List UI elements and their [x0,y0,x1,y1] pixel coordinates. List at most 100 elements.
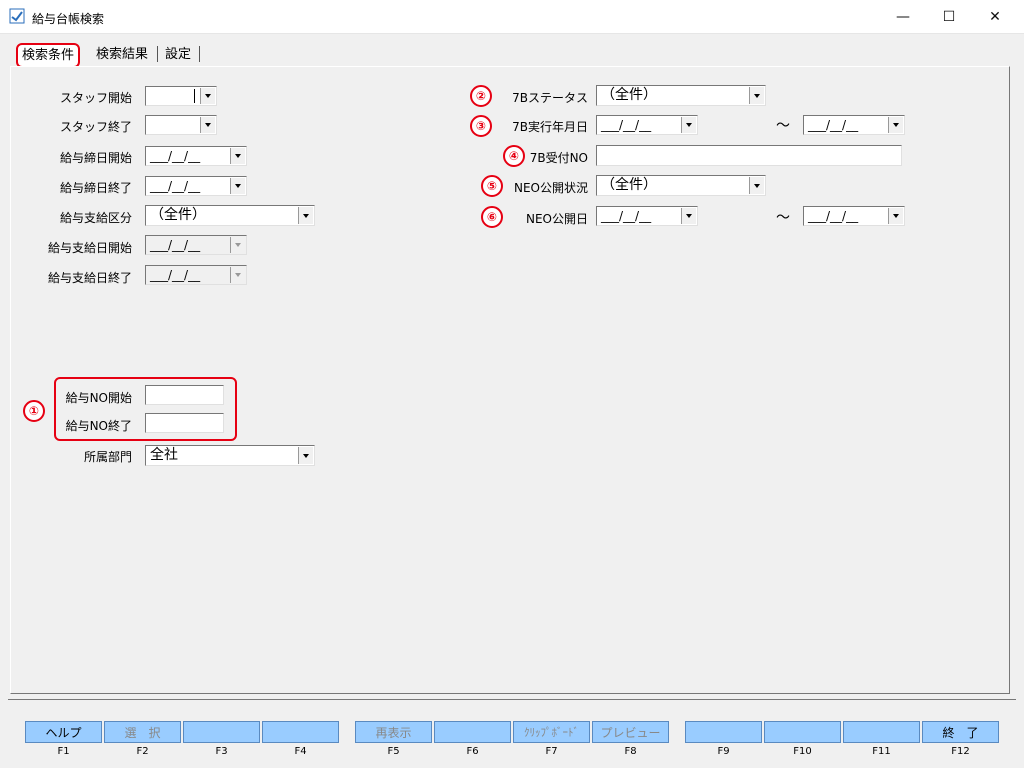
chevron-down-icon[interactable] [200,88,215,104]
date-value: ___/__/__ [150,238,201,252]
close-button[interactable]: ✕ [972,0,1018,33]
neo-date-to[interactable]: ___/__/__ [803,206,905,226]
chevron-down-icon[interactable] [888,208,903,224]
neo-status-combo[interactable]: （全件） [596,175,766,196]
payno-end-label: 給与NO終了 [65,419,132,433]
date-value: ___/__/__ [150,149,201,163]
neo-date-label: NEO公開日 [525,212,588,226]
fkey-label: F1 [57,746,70,757]
range-tilde: ～ [776,210,790,226]
staff-start-combo[interactable] [145,86,217,106]
receipt-no-7b-input[interactable] [596,145,902,166]
fkey-f2-select-button[interactable]: 選 択 [104,721,181,743]
fkey-label: F2 [136,746,149,757]
fkey-label: F4 [294,746,307,757]
neo-status-label: NEO公開状況 [513,181,588,195]
chevron-down-icon[interactable] [681,117,696,133]
tab-separator [199,46,200,62]
pay-type-combo[interactable]: （全件） [145,205,315,226]
minimize-button[interactable]: — [880,0,926,33]
payno-end-input[interactable] [145,413,224,433]
staff-end-label: スタッフ終了 [59,120,132,134]
tab-settings[interactable]: 設定 [161,44,195,65]
fkey-f11-button[interactable] [843,721,920,743]
staff-end-combo[interactable] [145,115,217,135]
title-bar [0,0,1024,34]
fkey-label: F7 [545,746,558,757]
fkey-f6-button[interactable] [434,721,511,743]
fkey-label: F3 [215,746,228,757]
combo-value: （全件） [601,87,657,103]
combo-value: 全社 [150,447,178,463]
date-value: ___/__/__ [601,118,652,132]
combo-value: （全件） [150,207,206,223]
marker-1: ① [23,400,45,422]
fkey-f4-button[interactable] [262,721,339,743]
tab-search-conditions[interactable]: 検索条件 [16,43,81,68]
chevron-down-icon[interactable] [298,207,313,224]
cutoff-start-label: 給与締日開始 [59,151,132,165]
date-value: ___/__/__ [150,179,201,193]
date-value: ___/__/__ [808,209,859,223]
chevron-down-icon[interactable] [230,148,245,164]
payno-start-label: 給与NO開始 [65,391,132,405]
fkey-label: F11 [872,746,891,757]
fkey-f12-exit-button[interactable]: 終 了 [922,721,999,743]
chevron-down-icon[interactable] [888,117,903,133]
marker-4: ④ [503,145,525,167]
pay-date-start-label: 給与支給日開始 [47,241,132,255]
chevron-down-icon[interactable] [230,178,245,194]
fkey-f10-button[interactable] [764,721,841,743]
chevron-down-icon[interactable] [230,267,245,283]
date-value: ___/__/__ [601,209,652,223]
tab-separator [157,46,158,62]
staff-start-label: スタッフ開始 [59,91,132,105]
fkey-f8-preview-button[interactable]: プレビュー [592,721,669,743]
fkey-label: F8 [624,746,637,757]
maximize-button[interactable]: ☐ [926,0,972,33]
fkey-label: F12 [951,746,970,757]
fkey-label: F5 [387,746,400,757]
fkey-label: F10 [793,746,812,757]
fkey-f5-refresh-button[interactable]: 再表示 [355,721,432,743]
marker-2: ② [470,85,492,107]
dept-combo[interactable]: 全社 [145,445,315,466]
marker-3: ③ [470,115,492,137]
status-7b-label: 7Bステータス [512,91,588,105]
marker-6: ⑥ [481,206,503,228]
exec-date-7b-from[interactable]: ___/__/__ [596,115,698,135]
cutoff-start-date[interactable]: ___/__/__ [145,146,247,166]
receipt-no-7b-label: 7B受付NO [529,151,588,165]
date-value: ___/__/__ [150,268,201,282]
pay-type-label: 給与支給区分 [59,211,132,225]
pay-date-end-date[interactable]: ___/__/__ [145,265,247,285]
marker-5: ⑤ [481,175,503,197]
window-title: 給与台帳検索 [32,12,105,26]
fkey-f9-button[interactable] [685,721,762,743]
chevron-down-icon[interactable] [200,117,215,133]
tab-search-results[interactable]: 検索結果 [92,44,152,65]
dept-label: 所属部門 [83,450,132,464]
chevron-down-icon[interactable] [298,447,313,464]
app-icon [9,8,25,24]
cutoff-end-label: 給与締日終了 [59,181,132,195]
neo-date-from[interactable]: ___/__/__ [596,206,698,226]
cutoff-end-date[interactable]: ___/__/__ [145,176,247,196]
fkey-label: F6 [466,746,479,757]
fkey-f1-help-button[interactable]: ヘルプ [25,721,102,743]
pay-date-end-label: 給与支給日終了 [47,271,132,285]
chevron-down-icon[interactable] [681,208,696,224]
fkey-f7-clipboard-button[interactable]: ｸﾘｯﾌﾟﾎﾞｰﾄﾞ [513,721,590,743]
exec-date-7b-label: 7B実行年月日 [512,120,588,134]
chevron-down-icon[interactable] [749,87,764,104]
range-tilde: ～ [776,118,790,134]
fkey-f3-button[interactable] [183,721,260,743]
payno-start-input[interactable] [145,385,224,405]
exec-date-7b-to[interactable]: ___/__/__ [803,115,905,135]
fkey-label: F9 [717,746,730,757]
combo-value: （全件） [601,177,657,193]
chevron-down-icon[interactable] [230,237,245,253]
chevron-down-icon[interactable] [749,177,764,194]
pay-date-start-date[interactable]: ___/__/__ [145,235,247,255]
status-7b-combo[interactable]: （全件） [596,85,766,106]
